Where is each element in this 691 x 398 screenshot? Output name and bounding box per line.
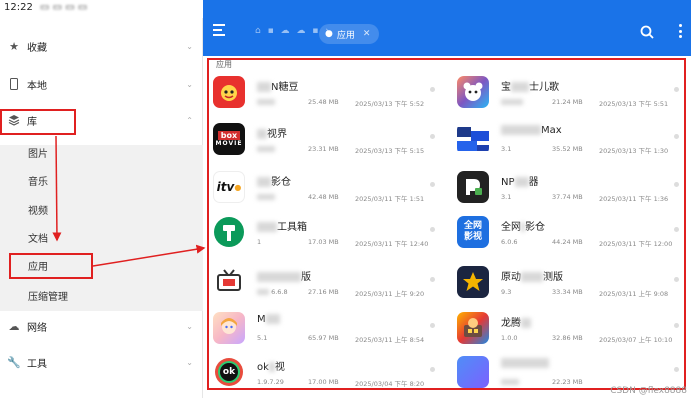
network-icon: ☁ — [8, 319, 20, 333]
annotation-box-apps — [9, 253, 93, 279]
sub-item-images[interactable]: 图片 — [0, 138, 203, 166]
chevron-up-icon: ⌃ — [186, 115, 193, 125]
search-icon[interactable] — [640, 24, 654, 39]
top-app-bar: ⌂ ▪ ☁ ☁ ▪ › ● 应用 ✕ — [203, 0, 691, 56]
nav-item-favorites[interactable]: ★ 收藏 ⌄ — [0, 32, 203, 60]
app-screen: 12:22 ▭ ▭ ▭ ▭ ★ 收藏 ⌄ 本地 ⌄ 库 ⌃ 图片 音乐 视频 文… — [0, 0, 691, 398]
chevron-down-icon: ⌄ — [186, 79, 193, 89]
status-time: 12:22 — [4, 2, 33, 13]
status-app-name: ▭ ▭ ▭ ▭ — [40, 2, 88, 13]
more-options-icon[interactable] — [679, 24, 683, 38]
tab-apps[interactable]: ● 应用 ✕ — [319, 24, 379, 44]
phone-icon — [7, 77, 21, 91]
chevron-down-icon: ⌄ — [186, 357, 193, 367]
nav-item-network[interactable]: ☁ 网络 ⌄ — [0, 312, 203, 340]
android-icon: ● — [325, 29, 333, 39]
chevron-down-icon: ⌄ — [186, 41, 193, 51]
nav-label: 本地 — [27, 80, 47, 92]
sub-item-archive[interactable]: 压缩管理 — [0, 281, 203, 309]
nav-item-local[interactable]: 本地 ⌄ — [0, 70, 203, 98]
tab-label: 应用 — [336, 30, 355, 41]
sub-item-video[interactable]: 视频 — [0, 195, 203, 223]
annotation-box-content — [207, 58, 686, 390]
sub-item-music[interactable]: 音乐 — [0, 166, 203, 194]
watermark: CSDN @flex8888 — [610, 386, 687, 396]
annotation-box-library — [0, 109, 76, 135]
menu-icon[interactable] — [213, 24, 227, 38]
sub-item-docs[interactable]: 文档 — [0, 223, 203, 251]
nav-item-tools[interactable]: 🔧 工具 ⌄ — [0, 348, 203, 376]
nav-label: 工具 — [27, 358, 47, 370]
close-icon[interactable]: ✕ — [363, 29, 371, 39]
wrench-icon: 🔧 — [7, 355, 21, 369]
star-icon: ★ — [9, 39, 19, 53]
nav-label: 网络 — [27, 322, 47, 334]
side-drawer: ★ 收藏 ⌄ 本地 ⌄ 库 ⌃ 图片 音乐 视频 文档 应用 压缩管理 ☁ 网络 — [0, 18, 203, 398]
nav-label: 收藏 — [27, 42, 47, 54]
chevron-down-icon: ⌄ — [186, 321, 193, 331]
